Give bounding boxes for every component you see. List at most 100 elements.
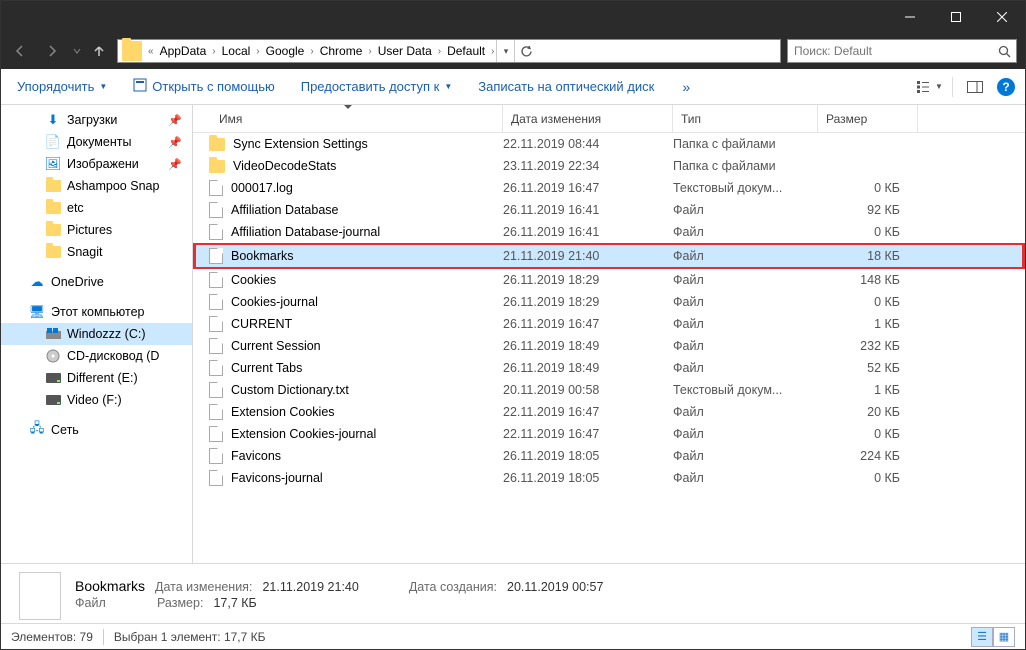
- breadcrumb-segment[interactable]: Google: [262, 40, 309, 62]
- sidebar-item[interactable]: 📄Документы📌: [1, 131, 192, 153]
- address-dropdown[interactable]: ▾: [496, 40, 514, 62]
- sidebar-item[interactable]: Pictures: [1, 219, 192, 241]
- breadcrumb-segment[interactable]: Default: [443, 40, 489, 62]
- thumbnails-view-button[interactable]: ▦: [993, 627, 1015, 647]
- search-input[interactable]: [788, 44, 992, 58]
- sidebar-drive[interactable]: Windozzz (C:): [1, 323, 192, 345]
- file-row[interactable]: Extension Cookies22.11.2019 16:47Файл20 …: [193, 401, 1025, 423]
- preview-pane-button[interactable]: [961, 75, 989, 99]
- app-icon: [133, 78, 147, 95]
- network-icon: 🖧: [29, 422, 45, 438]
- open-with-button[interactable]: Открыть с помощью: [127, 74, 280, 99]
- sidebar-item[interactable]: 🖼Изображени📌: [1, 153, 192, 175]
- file-icon: [209, 382, 223, 398]
- file-row[interactable]: Extension Cookies-journal22.11.2019 16:4…: [193, 423, 1025, 445]
- toolbar-overflow[interactable]: »: [674, 79, 698, 95]
- chevron-right-icon[interactable]: ›: [489, 46, 496, 57]
- file-row[interactable]: 000017.log26.11.2019 16:47Текстовый доку…: [193, 177, 1025, 199]
- file-row[interactable]: Affiliation Database-journal26.11.2019 1…: [193, 221, 1025, 243]
- breadcrumb-overflow[interactable]: «: [146, 46, 156, 57]
- sidebar-item-label: Pictures: [67, 223, 112, 237]
- chevron-right-icon[interactable]: ›: [254, 46, 261, 57]
- details-view-button[interactable]: ☰: [971, 627, 993, 647]
- back-button[interactable]: [5, 37, 35, 65]
- search-box[interactable]: [787, 39, 1017, 63]
- file-name: Affiliation Database: [231, 203, 338, 217]
- organize-menu[interactable]: Упорядочить ▼: [11, 75, 113, 98]
- sidebar-drive[interactable]: CD-дисковод (D: [1, 345, 192, 367]
- column-type[interactable]: Тип: [673, 105, 818, 132]
- chevron-right-icon[interactable]: ›: [366, 46, 373, 57]
- chevron-right-icon[interactable]: ›: [308, 46, 315, 57]
- sidebar-onedrive[interactable]: ☁ OneDrive: [1, 271, 192, 293]
- sidebar-item[interactable]: etc: [1, 197, 192, 219]
- view-options-button[interactable]: ▼: [916, 75, 944, 99]
- file-row[interactable]: Sync Extension Settings22.11.2019 08:44П…: [193, 133, 1025, 155]
- file-row[interactable]: CURRENT26.11.2019 16:47Файл1 КБ: [193, 313, 1025, 335]
- history-dropdown[interactable]: [69, 37, 85, 65]
- search-icon[interactable]: [992, 45, 1016, 58]
- computer-icon: 🖥: [29, 304, 45, 320]
- pictures-icon: 🖼: [45, 156, 61, 172]
- file-row[interactable]: Favicons-journal26.11.2019 18:05Файл0 КБ: [193, 467, 1025, 489]
- file-rows[interactable]: Sync Extension Settings22.11.2019 08:44П…: [193, 133, 1025, 563]
- close-button[interactable]: [979, 1, 1025, 33]
- file-row[interactable]: VideoDecodeStats23.11.2019 22:34Папка с …: [193, 155, 1025, 177]
- folder-icon: [209, 138, 225, 151]
- breadcrumb-segment[interactable]: Local: [218, 40, 255, 62]
- titlebar: [1, 1, 1025, 33]
- folder-icon: [45, 178, 61, 194]
- column-size[interactable]: Размер: [818, 105, 918, 132]
- file-row[interactable]: Affiliation Database26.11.2019 16:41Файл…: [193, 199, 1025, 221]
- folder-icon: [45, 200, 61, 216]
- file-row[interactable]: Favicons26.11.2019 18:05Файл224 КБ: [193, 445, 1025, 467]
- maximize-button[interactable]: [933, 1, 979, 33]
- sidebar-item[interactable]: Ashampoo Snap: [1, 175, 192, 197]
- drive-icon: [45, 326, 61, 342]
- address-bar[interactable]: « AppData›Local›Google›Chrome›User Data›…: [117, 39, 781, 63]
- file-icon: [209, 316, 223, 332]
- sidebar-item[interactable]: ⬇Загрузки📌: [1, 109, 192, 131]
- sidebar-drive[interactable]: Different (E:): [1, 367, 192, 389]
- chevron-right-icon[interactable]: ›: [436, 46, 443, 57]
- file-row[interactable]: Current Session26.11.2019 18:49Файл232 К…: [193, 335, 1025, 357]
- file-name: Current Tabs: [231, 361, 302, 375]
- sidebar-item-label: Документы: [67, 135, 131, 149]
- file-name: Favicons-journal: [231, 471, 323, 485]
- folder-icon: [45, 222, 61, 238]
- downloads-icon: ⬇: [45, 112, 61, 128]
- file-row[interactable]: Bookmarks21.11.2019 21:40Файл18 КБ: [193, 243, 1025, 269]
- details-filename: Bookmarks: [75, 578, 145, 594]
- file-row[interactable]: Cookies26.11.2019 18:29Файл148 КБ: [193, 269, 1025, 291]
- sidebar-item-label: etc: [67, 201, 84, 215]
- sidebar-this-pc[interactable]: 🖥 Этот компьютер: [1, 301, 192, 323]
- file-icon: [209, 248, 223, 264]
- column-name[interactable]: Имя: [193, 105, 503, 132]
- file-icon: [209, 470, 223, 486]
- file-row[interactable]: Cookies-journal26.11.2019 18:29Файл0 КБ: [193, 291, 1025, 313]
- refresh-button[interactable]: [514, 40, 538, 62]
- sidebar-network[interactable]: 🖧 Сеть: [1, 419, 192, 441]
- pin-icon: 📌: [168, 158, 182, 171]
- up-button[interactable]: [87, 37, 111, 65]
- pin-icon: 📌: [168, 114, 182, 127]
- share-access-menu[interactable]: Предоставить доступ к ▼: [295, 75, 459, 98]
- breadcrumb-segment[interactable]: Chrome: [316, 40, 367, 62]
- minimize-button[interactable]: [887, 1, 933, 33]
- sidebar-item[interactable]: Snagit: [1, 241, 192, 263]
- breadcrumb-segment[interactable]: User Data: [374, 40, 436, 62]
- file-row[interactable]: Current Tabs26.11.2019 18:49Файл52 КБ: [193, 357, 1025, 379]
- sidebar-drive[interactable]: Video (F:): [1, 389, 192, 411]
- file-row[interactable]: Custom Dictionary.txt20.11.2019 00:58Тек…: [193, 379, 1025, 401]
- file-icon: [209, 360, 223, 376]
- burn-disc-button[interactable]: Записать на оптический диск: [472, 75, 660, 98]
- file-icon: [209, 294, 223, 310]
- file-icon: [209, 338, 223, 354]
- navigation-pane[interactable]: ⬇Загрузки📌📄Документы📌🖼Изображени📌Ashampo…: [1, 105, 193, 563]
- help-button[interactable]: ?: [997, 78, 1015, 96]
- forward-button[interactable]: [37, 37, 67, 65]
- column-date[interactable]: Дата изменения: [503, 105, 673, 132]
- breadcrumb-segment[interactable]: AppData: [156, 40, 211, 62]
- pin-icon: 📌: [168, 136, 182, 149]
- chevron-right-icon[interactable]: ›: [210, 46, 217, 57]
